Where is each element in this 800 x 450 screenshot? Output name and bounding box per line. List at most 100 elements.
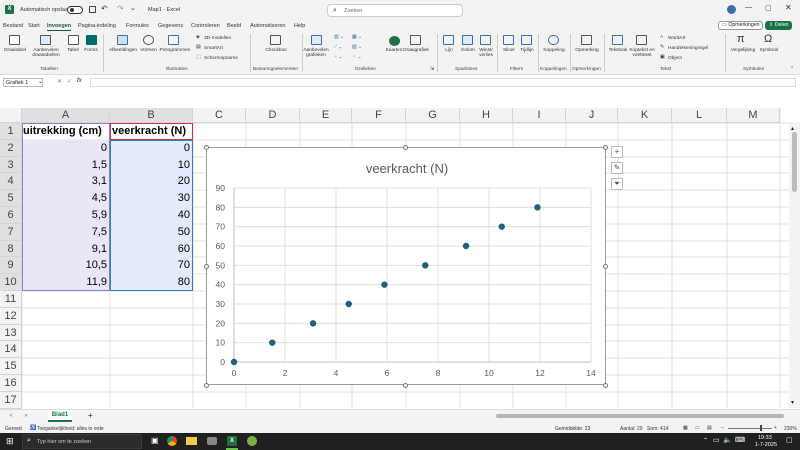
cell-a9[interactable]: 10,5 [22,259,107,271]
autosave-toggle[interactable] [67,6,83,14]
cell-b7[interactable]: 50 [110,226,190,238]
row-header-11[interactable]: 11 [0,291,22,308]
collapse-ribbon-icon[interactable]: ⌃ [790,67,794,72]
share-button[interactable]: ⇪ Delen [765,21,793,30]
accessibility-icon[interactable]: ♿ [30,425,36,431]
normal-view-icon[interactable]: ▦ [683,425,688,431]
vergelijking-button[interactable]: Vergelijking [728,48,758,53]
resize-handle-top-left[interactable] [204,145,209,150]
winst-verlies-button[interactable]: Winst/ verlies [476,48,496,58]
windows-start-icon[interactable]: ⊞ [6,436,14,447]
cell-a1[interactable]: uitrekking (cm) [23,125,110,137]
row-header-3[interactable]: 3 [0,157,22,173]
photos-icon[interactable] [207,437,217,445]
column-header-e[interactable]: E [300,108,352,123]
horizontal-scroll-thumb[interactable] [496,414,784,418]
object-button[interactable]: Object [668,56,682,61]
column-header-j[interactable]: J [566,108,618,123]
volume-icon[interactable]: 🔈 [723,436,732,444]
cell-a5[interactable]: 4,5 [22,192,107,204]
wordart-button[interactable]: WordArt [668,36,686,41]
row-header-2[interactable]: 2 [0,140,22,157]
cell-b6[interactable]: 40 [110,209,190,221]
row-header-14[interactable]: 14 [0,341,22,358]
column-header-f[interactable]: F [352,108,406,123]
zoom-slider-thumb[interactable] [760,425,762,431]
column-header-d[interactable]: D [246,108,300,123]
smartart-button[interactable]: SmartArt [204,46,223,51]
cell-b9[interactable]: 70 [110,259,190,271]
aanbevolen-grafieken-button[interactable]: Aanbevolen grafieken [302,48,330,58]
cell-b10[interactable]: 80 [110,276,190,288]
cell-a8[interactable]: 9,1 [22,243,107,255]
menu-automatiseren[interactable]: Automatiseren [250,23,285,29]
zoom-slider[interactable] [728,428,772,429]
resize-handle-left[interactable] [204,264,209,269]
fx-label[interactable]: fx [77,78,82,84]
draaigrafiek-button[interactable]: Draaigrafiek [403,48,429,53]
checkbox-button[interactable]: Checkbox [262,48,290,53]
chart-elements-plus-icon[interactable]: + [611,146,623,158]
cell-b8[interactable]: 60 [110,243,190,255]
menu-gegevens[interactable]: Gegevens [158,23,183,29]
cell-a6[interactable]: 5,9 [22,209,107,221]
handtekeningregel-button[interactable]: Handtekeningregel [668,46,708,51]
sheet-next-icon[interactable]: › [25,413,27,419]
chart-styles-brush-icon[interactable]: ✎ [611,162,623,174]
notification-icon[interactable]: ▢ [786,436,793,444]
tekstvak-button[interactable]: Tekstvak [606,48,630,53]
menu-formules[interactable]: Formules [126,23,149,29]
customize-toolbar-icon[interactable]: ⌄ [130,4,136,12]
resize-handle-top[interactable] [403,145,408,150]
taskbar-search-box[interactable]: ⌕ Typ hier om te zoeken [22,434,142,449]
zoom-level[interactable]: 230% [784,426,797,432]
vertical-scroll-thumb[interactable] [792,132,797,192]
redo-icon[interactable]: ↷ [117,4,124,13]
afbeeldingen-button[interactable]: Afbeeldingen [106,48,140,53]
menu-beeld[interactable]: Beeld [227,23,241,29]
aanbevolen-draaitabellen-button[interactable]: Aanbevolen draaitabellen [30,48,62,58]
avatar[interactable] [727,5,736,14]
lijn-button[interactable]: Lijn [440,48,458,53]
menu-bestand[interactable]: Bestand [3,23,23,29]
resize-handle-bottom-left[interactable] [204,383,209,388]
page-layout-view-icon[interactable]: ▭ [695,425,700,431]
chart-filters-funnel-icon[interactable]: ⏷ [611,178,623,190]
minimize-icon[interactable]: — [745,4,752,11]
resize-handle-bottom[interactable] [403,383,408,388]
zoom-in-icon[interactable]: + [774,425,777,431]
enter-icon[interactable]: ✓ [67,78,72,85]
row-header-6[interactable]: 6 [0,207,22,224]
row-header-1[interactable]: 1 [0,123,22,140]
symbool-button[interactable]: Symbool [757,48,781,53]
screenshot-button[interactable]: Schermopname [204,56,238,61]
row-header-12[interactable]: 12 [0,308,22,325]
draaitabel-button[interactable]: Draaitabel [2,48,28,53]
menu-start[interactable]: Start [28,23,40,29]
slicer-button[interactable]: Slicer [500,48,518,53]
line-chart-icon[interactable]: ⟋ ⌄ [334,45,341,50]
statistic-chart-icon[interactable]: ▧ ⌄ [352,45,362,50]
cancel-icon[interactable]: ✕ [57,78,62,85]
row-header-15[interactable]: 15 [0,358,22,375]
forms-button[interactable]: Forms [82,48,100,53]
scatter-chart-icon[interactable]: ⁘ ⌄ [352,55,361,60]
formula-input[interactable] [90,78,796,87]
namebox-dropdown-icon[interactable]: ⌄ [38,78,43,85]
name-box[interactable]: Grafiek 1 [3,78,43,87]
sheet-tab-blad1[interactable]: Blad1 [48,410,72,422]
column-header-l[interactable]: L [672,108,727,123]
page-break-view-icon[interactable]: ▤ [707,425,712,431]
cell-b2[interactable]: 0 [110,142,190,154]
task-view-icon[interactable]: ▣ [151,436,159,445]
row-header-13[interactable]: 13 [0,325,22,341]
zoom-out-icon[interactable]: − [721,425,724,431]
row-header-17[interactable]: 17 [0,392,22,409]
status-accessibility[interactable]: Toegankelijkheid: alles in orde [37,426,104,432]
cell-b5[interactable]: 30 [110,192,190,204]
column-header-a[interactable]: A [22,108,110,123]
column-header-i[interactable]: I [513,108,566,123]
cell-b4[interactable]: 20 [110,175,190,187]
menu-pagina-indeling[interactable]: Pagina-indeling [78,23,116,29]
taskbar-excel-icon[interactable]: X [227,436,237,446]
